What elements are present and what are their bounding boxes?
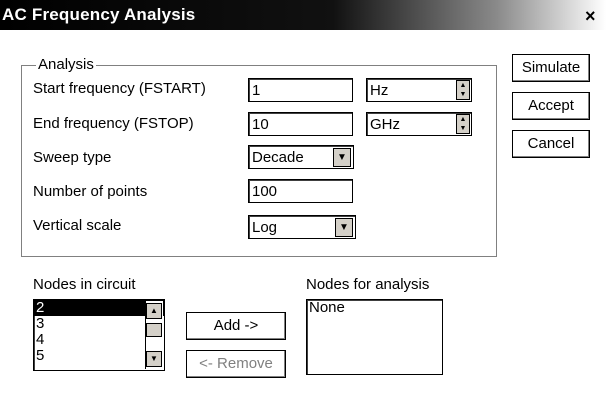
spin-arrows-icon[interactable]: ▲ ▼ (456, 114, 470, 134)
remove-button[interactable]: <- Remove (186, 350, 286, 378)
end-frequency-value: 10 (252, 116, 269, 133)
end-frequency-unit-spinner[interactable]: GHz ▲ ▼ (366, 112, 472, 136)
end-frequency-label: End frequency (FSTOP) (33, 115, 194, 132)
analysis-group-label: Analysis (36, 56, 96, 73)
list-item[interactable]: None (307, 300, 442, 316)
nodes-for-analysis-list[interactable]: None (306, 299, 443, 375)
start-frequency-label: Start frequency (FSTART) (33, 80, 206, 97)
sweep-type-label: Sweep type (33, 149, 112, 166)
accept-button[interactable]: Accept (512, 92, 590, 120)
nodes-for-analysis-label: Nodes for analysis (306, 276, 430, 293)
title-bar[interactable]: AC Frequency Analysis × (0, 0, 606, 30)
spin-arrows-icon[interactable]: ▲ ▼ (456, 80, 470, 100)
number-of-points-value: 100 (252, 183, 278, 200)
window-title: AC Frequency Analysis (2, 5, 196, 24)
sweep-type-select[interactable]: Decade ▼ (248, 145, 354, 169)
vertical-scale-select[interactable]: Log ▼ (248, 215, 356, 239)
chevron-down-icon[interactable]: ▼ (333, 148, 351, 167)
ac-frequency-analysis-dialog: AC Frequency Analysis × Analysis Start f… (0, 0, 606, 404)
sweep-type-value: Decade (252, 149, 304, 166)
start-frequency-unit: Hz (370, 82, 389, 99)
scroll-up-icon[interactable]: ▲ (146, 303, 162, 319)
end-frequency-unit: GHz (370, 116, 400, 133)
vertical-scale-label: Vertical scale (33, 217, 122, 234)
close-icon[interactable]: × (585, 6, 596, 27)
scroll-thumb[interactable] (146, 323, 162, 337)
start-frequency-unit-spinner[interactable]: Hz ▲ ▼ (366, 78, 472, 102)
list-scrollbar[interactable]: ▲ ▼ (145, 301, 163, 369)
nodes-in-circuit-label: Nodes in circuit (33, 276, 136, 293)
scroll-down-icon[interactable]: ▼ (146, 351, 162, 367)
start-frequency-input[interactable]: 1 (248, 78, 353, 102)
chevron-down-icon[interactable]: ▼ (335, 218, 353, 237)
start-frequency-value: 1 (252, 82, 261, 99)
end-frequency-input[interactable]: 10 (248, 112, 353, 136)
number-of-points-label: Number of points (33, 183, 148, 200)
number-of-points-input[interactable]: 100 (248, 179, 353, 203)
nodes-in-circuit-list[interactable]: 2345 ▲ ▼ (33, 299, 165, 371)
add-button[interactable]: Add -> (186, 312, 286, 340)
simulate-button[interactable]: Simulate (512, 54, 590, 82)
cancel-button[interactable]: Cancel (512, 130, 590, 158)
vertical-scale-value: Log (252, 219, 278, 236)
nodes-for-analysis-items: None (307, 300, 442, 316)
